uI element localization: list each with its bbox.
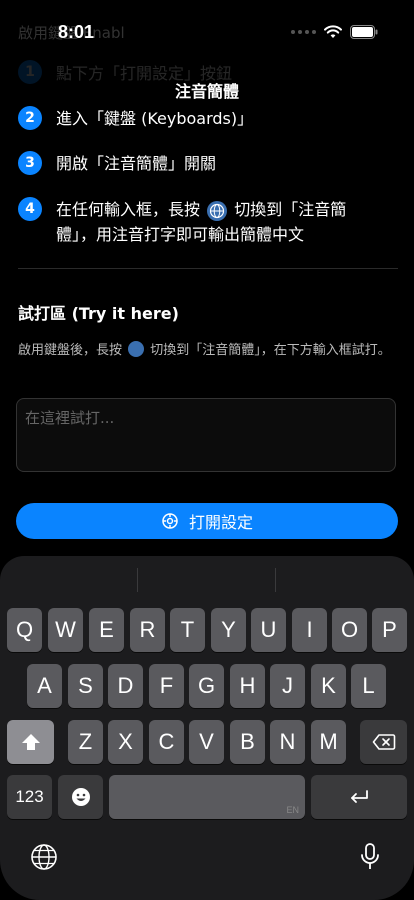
globe-key[interactable] [28, 841, 60, 873]
delete-icon [372, 734, 395, 750]
shift-key[interactable] [7, 720, 54, 764]
globe-icon [128, 341, 145, 357]
key-l[interactable]: L [351, 664, 386, 708]
key-s[interactable]: S [68, 664, 103, 708]
try-section-title: 試打區 (Try it here) [18, 304, 179, 323]
key-a[interactable]: A [27, 664, 62, 708]
step-4: 4 在任何輸入框，長按 切換到「注音簡體」，用注音打字即可輸出簡體中文 [18, 197, 386, 247]
microphone-icon [361, 843, 379, 869]
open-settings-button[interactable]: 打開設定 [16, 503, 398, 539]
battery-icon [350, 25, 378, 39]
emoji-key[interactable] [58, 775, 103, 819]
page-title: 注音簡體 [174, 82, 239, 101]
key-f[interactable]: F [149, 664, 184, 708]
key-c[interactable]: C [149, 720, 184, 764]
globe-icon [31, 844, 57, 870]
step-2: 2 進入「鍵盤 (Keyboards)」 [18, 106, 386, 131]
key-g[interactable]: G [189, 664, 224, 708]
try-input[interactable] [16, 398, 396, 472]
step-number: 3 [18, 151, 42, 175]
key-j[interactable]: J [270, 664, 305, 708]
step-number: 4 [18, 197, 42, 221]
return-key[interactable] [311, 775, 407, 819]
shift-icon [21, 734, 40, 750]
key-o[interactable]: O [332, 608, 367, 652]
status-bar: 啟用鍵盤 Enabl 8:01 [0, 0, 414, 54]
try-section-description: 啟用鍵盤後，長按 切換到「注音簡體」，在下方輸入框試打。 [18, 341, 391, 358]
emoji-icon [71, 788, 90, 806]
return-icon [351, 790, 368, 803]
signal-icon [291, 30, 316, 34]
key-p[interactable]: P [372, 608, 407, 652]
status-icons [291, 25, 378, 39]
dictation-key[interactable] [354, 841, 386, 873]
key-d[interactable]: D [108, 664, 143, 708]
key-b[interactable]: B [230, 720, 265, 764]
key-q[interactable]: Q [7, 608, 42, 652]
key-t[interactable]: T [170, 608, 205, 652]
key-u[interactable]: U [251, 608, 286, 652]
step-text: 在任何輸入框，長按 切換到「注音簡體」，用注音打字即可輸出簡體中文 [56, 200, 347, 244]
space-language-label: EN [286, 805, 299, 815]
wifi-icon [324, 25, 342, 38]
section-divider [18, 268, 398, 269]
open-settings-label: 打開設定 [188, 513, 253, 532]
key-h[interactable]: H [230, 664, 265, 708]
gear-icon [162, 513, 178, 529]
space-key[interactable]: EN [109, 775, 305, 819]
suggestion-divider [137, 568, 138, 592]
key-m[interactable]: M [311, 720, 346, 764]
status-time: 8:01 [58, 22, 95, 42]
delete-key[interactable] [360, 720, 407, 764]
step-text: 進入「鍵盤 (Keyboards)」 [56, 109, 254, 128]
key-i[interactable]: I [292, 608, 327, 652]
step-text: 開啟「注音簡體」開關 [56, 154, 217, 173]
key-y[interactable]: Y [211, 608, 246, 652]
keyboard: Q W E R T Y U I O P A S D F G H J K L Z … [0, 556, 414, 900]
key-w[interactable]: W [48, 608, 83, 652]
key-n[interactable]: N [270, 720, 305, 764]
globe-icon [207, 201, 228, 221]
step-number: 2 [18, 106, 42, 130]
numbers-key[interactable]: 123 [7, 775, 52, 819]
suggestion-divider [275, 568, 276, 592]
key-x[interactable]: X [108, 720, 143, 764]
key-z[interactable]: Z [68, 720, 103, 764]
key-e[interactable]: E [89, 608, 124, 652]
key-k[interactable]: K [311, 664, 346, 708]
step-3: 3 開啟「注音簡體」開關 [18, 151, 386, 176]
key-r[interactable]: R [130, 608, 165, 652]
key-v[interactable]: V [189, 720, 224, 764]
